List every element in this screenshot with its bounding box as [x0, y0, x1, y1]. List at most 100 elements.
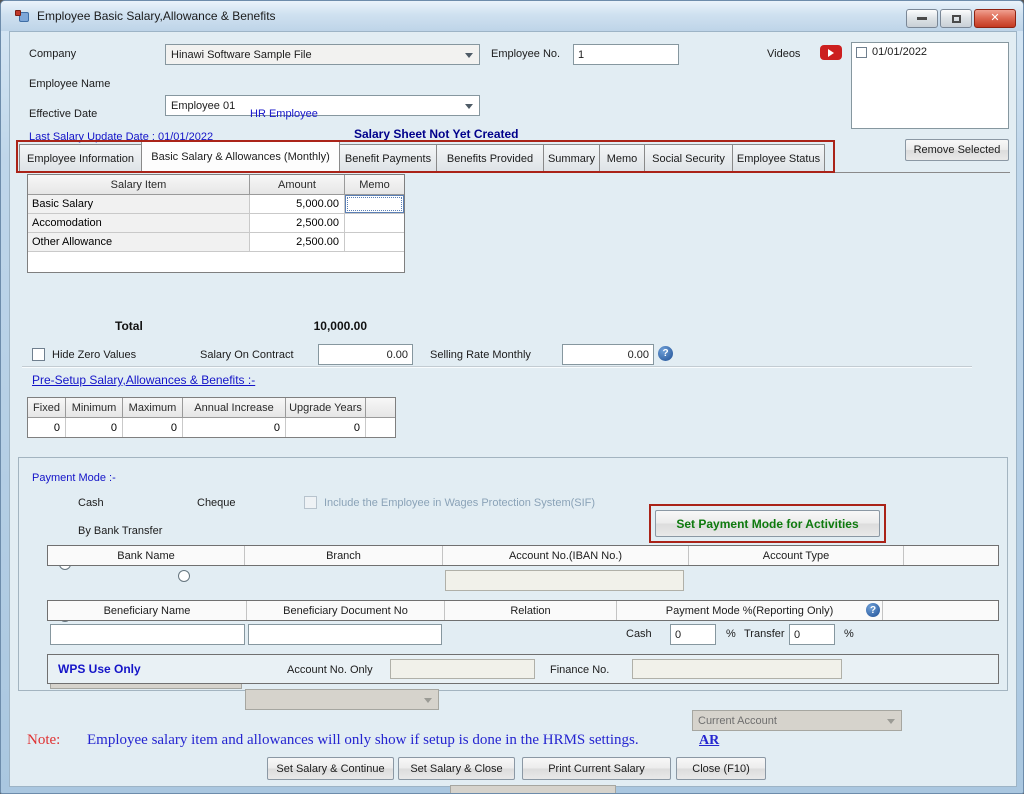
- close-icon: ✕: [990, 13, 999, 24]
- set-payment-mode-button[interactable]: Set Payment Mode for Activities: [655, 510, 880, 537]
- youtube-video-icon[interactable]: [820, 45, 842, 60]
- tab-employee-information[interactable]: Employee Information: [19, 144, 142, 172]
- tab-employee-status[interactable]: Employee Status: [732, 144, 825, 172]
- employee-name-label: Employee Name: [29, 78, 110, 90]
- title-bar: Employee Basic Salary,Allowance & Benefi…: [1, 1, 1023, 31]
- col-header-minimum: Minimum: [66, 398, 123, 417]
- sif-checkbox[interactable]: [304, 496, 317, 509]
- amount-cell[interactable]: 2,500.00: [250, 214, 345, 232]
- account-no-only-input[interactable]: [390, 659, 535, 679]
- finance-no-label: Finance No.: [550, 664, 609, 676]
- branch-select[interactable]: [245, 689, 439, 710]
- transfer-label: Transfer: [744, 628, 785, 640]
- col-header-beneficiary-name: Beneficiary Name: [48, 601, 247, 620]
- history-item-checkbox[interactable]: [856, 47, 867, 58]
- app-window: Employee Basic Salary,Allowance & Benefi…: [0, 0, 1024, 794]
- ar-link[interactable]: AR: [699, 733, 719, 749]
- table-row: Other Allowance 2,500.00: [28, 233, 404, 252]
- tab-memo[interactable]: Memo: [599, 144, 645, 172]
- fixed-value: 0: [28, 418, 66, 437]
- tab-strip: Employee Information Basic Salary & Allo…: [19, 144, 824, 172]
- col-header-relation: Relation: [445, 601, 617, 620]
- minimum-value: 0: [66, 418, 123, 437]
- hide-zero-values-checkbox[interactable]: [32, 348, 45, 361]
- col-header-payment-mode-pct: Payment Mode %(Reporting Only): [617, 601, 883, 620]
- salary-on-contract-input[interactable]: [318, 344, 413, 365]
- col-header-annual-increase: Annual Increase: [183, 398, 286, 417]
- col-header-fixed: Fixed: [28, 398, 66, 417]
- tab-basic-salary-allowances[interactable]: Basic Salary & Allowances (Monthly): [141, 141, 340, 172]
- beneficiary-name-input[interactable]: [50, 624, 245, 645]
- account-no-only-label: Account No. Only: [287, 664, 373, 676]
- col-header-blank: [904, 546, 998, 565]
- tab-benefits-provided[interactable]: Benefits Provided: [436, 144, 544, 172]
- history-item-label: 01/01/2022: [872, 46, 927, 58]
- memo-cell-focused[interactable]: [345, 195, 404, 213]
- amount-cell[interactable]: 2,500.00: [250, 233, 345, 251]
- app-icon: [14, 8, 30, 24]
- beneficiary-doc-input[interactable]: [248, 624, 442, 645]
- transfer-pct-input[interactable]: [789, 624, 835, 645]
- videos-label: Videos: [767, 48, 800, 60]
- company-select[interactable]: Hinawi Software Sample File: [165, 44, 480, 65]
- set-salary-close-button[interactable]: Set Salary & Close: [398, 757, 515, 780]
- upgrade-years-value: 0: [286, 418, 366, 437]
- memo-cell[interactable]: [345, 214, 404, 232]
- annual-increase-value: 0: [183, 418, 286, 437]
- salary-history-list[interactable]: 01/01/2022: [851, 42, 1009, 129]
- presetup-link[interactable]: Pre-Setup Salary,Allowances & Benefits :…: [32, 373, 255, 387]
- cheque-radio-label[interactable]: Cheque: [197, 497, 236, 509]
- finance-no-input[interactable]: [632, 659, 842, 679]
- set-salary-continue-button[interactable]: Set Salary & Continue: [267, 757, 394, 780]
- effective-date-label: Effective Date: [29, 108, 97, 120]
- play-icon: [828, 49, 834, 57]
- cheque-radio[interactable]: [178, 570, 190, 582]
- company-label: Company: [29, 48, 76, 60]
- salary-items-grid: Salary Item Amount Memo Basic Salary 5,0…: [27, 174, 405, 273]
- wps-use-only-label: WPS Use Only: [58, 662, 141, 676]
- maximize-button[interactable]: [940, 9, 972, 28]
- cash-pct-sign: %: [726, 628, 736, 640]
- account-type-select[interactable]: Current Account: [692, 710, 902, 731]
- tab-benefit-payments[interactable]: Benefit Payments: [339, 144, 437, 172]
- col-header-branch: Branch: [245, 546, 443, 565]
- minimize-button[interactable]: [906, 9, 938, 28]
- maximize-icon: [952, 15, 961, 23]
- cash-pct-input[interactable]: [670, 624, 716, 645]
- hide-zero-values-label: Hide Zero Values: [52, 349, 136, 361]
- salary-item-cell: Accomodation: [28, 214, 250, 232]
- amount-cell[interactable]: 5,000.00: [250, 195, 345, 213]
- payment-mode-label: Payment Mode :-: [32, 472, 116, 484]
- col-header-maximum: Maximum: [123, 398, 183, 417]
- help-icon[interactable]: [658, 346, 673, 361]
- total-value: 10,000.00: [250, 319, 367, 333]
- employee-no-input[interactable]: [573, 44, 679, 65]
- list-item[interactable]: 01/01/2022: [852, 43, 1008, 61]
- employee-name-select[interactable]: Employee 01: [165, 95, 480, 116]
- selling-rate-input[interactable]: [562, 344, 654, 365]
- col-header-blank: [883, 601, 998, 620]
- note-text: Employee salary item and allowances will…: [87, 732, 639, 749]
- col-header-salary-item: Salary Item: [28, 175, 250, 194]
- account-no-input[interactable]: [445, 570, 684, 591]
- help-icon[interactable]: [866, 603, 880, 617]
- chevron-down-icon: [465, 104, 473, 109]
- bank-transfer-radio-label[interactable]: By Bank Transfer: [78, 525, 162, 537]
- memo-cell[interactable]: [345, 233, 404, 251]
- remove-selected-button[interactable]: Remove Selected: [905, 139, 1009, 161]
- col-header-beneficiary-doc: Beneficiary Document No: [247, 601, 445, 620]
- tab-summary[interactable]: Summary: [543, 144, 600, 172]
- chevron-down-icon: [424, 698, 432, 703]
- maximum-value: 0: [123, 418, 183, 437]
- employee-no-label: Employee No.: [491, 48, 560, 60]
- tab-page-border: [18, 172, 1010, 173]
- cash-radio-label[interactable]: Cash: [78, 497, 104, 509]
- close-button[interactable]: ✕: [974, 9, 1016, 28]
- col-header-memo: Memo: [345, 175, 404, 194]
- close-f10-button[interactable]: Close (F10): [676, 757, 766, 780]
- relation-select[interactable]: [450, 785, 616, 794]
- bank-grid-header: Bank Name Branch Account No.(IBAN No.) A…: [47, 545, 999, 566]
- tab-social-security[interactable]: Social Security: [644, 144, 733, 172]
- print-current-salary-button[interactable]: Print Current Salary: [522, 757, 671, 780]
- transfer-pct-sign: %: [844, 628, 854, 640]
